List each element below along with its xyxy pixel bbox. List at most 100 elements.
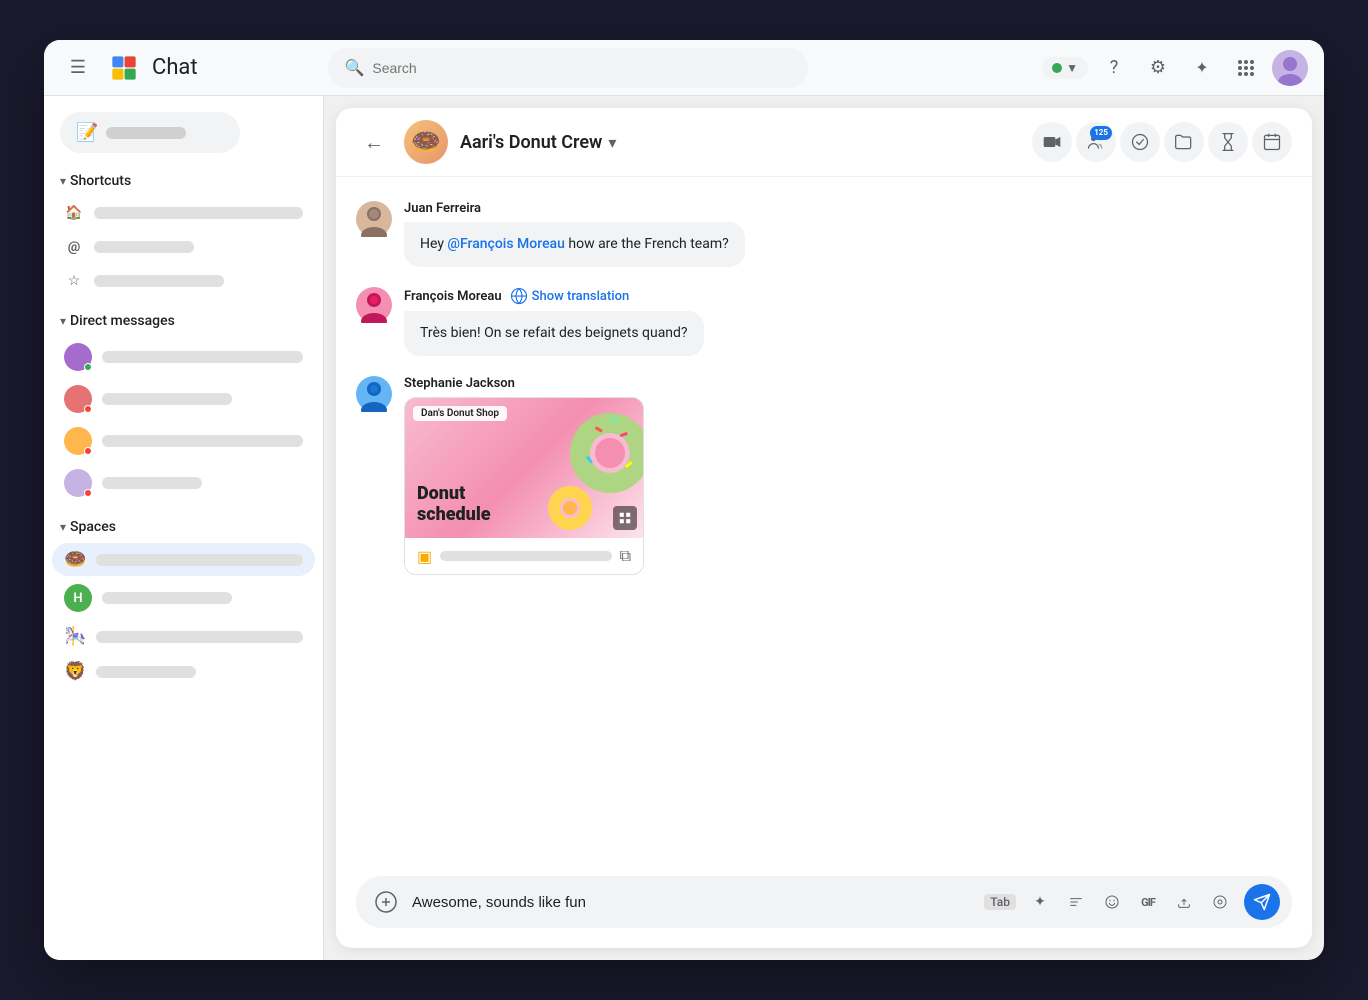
group-name-container[interactable]: Aari's Donut Crew ▾ xyxy=(460,132,616,153)
video-call-button[interactable] xyxy=(1032,122,1072,162)
message-header-stephanie: Stephanie Jackson xyxy=(404,376,1292,391)
shortcuts-section-header[interactable]: ▾ Shortcuts xyxy=(52,169,315,193)
sidebar-item-space-carousel[interactable]: 🎠 xyxy=(52,620,315,653)
text-format-icon[interactable] xyxy=(1060,886,1092,918)
sidebar-item-starred[interactable]: ☆ xyxy=(52,265,315,297)
chat-panel: ← 🍩 Aari's Donut Crew ▾ xyxy=(336,108,1312,948)
checkmark-button[interactable] xyxy=(1120,122,1160,162)
sidebar-item-dm-4[interactable] xyxy=(52,463,315,503)
group-name: Aari's Donut Crew xyxy=(460,132,602,153)
send-button[interactable] xyxy=(1244,884,1280,920)
sidebar-item-dm-3[interactable] xyxy=(52,421,315,461)
donut-small-svg xyxy=(545,483,595,533)
spaces-title: Spaces xyxy=(70,519,116,535)
calendar-button[interactable] xyxy=(1252,122,1292,162)
hourglass-button[interactable] xyxy=(1208,122,1248,162)
message-header-juan: Juan Ferreira xyxy=(404,201,1292,216)
chevron-down-icon: ▼ xyxy=(1066,61,1078,75)
settings-icon[interactable]: ⚙ xyxy=(1140,50,1176,86)
avatar-juan xyxy=(356,201,392,267)
space-donut-icon: 🍩 xyxy=(64,549,86,570)
avatar-stephanie xyxy=(356,376,392,575)
message-content-juan: Juan Ferreira Hey @François Moreau how a… xyxy=(404,201,1292,267)
back-button[interactable]: ← xyxy=(356,124,392,160)
card-text: Donut schedule xyxy=(417,483,491,526)
sidebar-item-home[interactable]: 🏠 xyxy=(52,197,315,229)
folder-button[interactable] xyxy=(1164,122,1204,162)
donut-card-image: Dan's Donut Shop Donut schedule xyxy=(405,398,644,538)
direct-messages-section-header[interactable]: ▾ Direct messages xyxy=(52,309,315,333)
sender-francois: François Moreau xyxy=(404,289,502,304)
grid-icon[interactable] xyxy=(1228,50,1264,86)
sender-stephanie: Stephanie Jackson xyxy=(404,376,515,391)
dm-avatar-3 xyxy=(64,427,92,455)
spaces-section-header[interactable]: ▾ Spaces xyxy=(52,515,315,539)
gif-icon[interactable]: GIF xyxy=(1132,886,1164,918)
dm-status-3 xyxy=(84,447,92,455)
starred-label-bar xyxy=(94,275,224,287)
top-bar-right: ▼ ? ⚙ ✦ xyxy=(1042,50,1308,86)
space-carousel-label-bar xyxy=(96,631,303,643)
attach-button[interactable] xyxy=(368,884,404,920)
status-dot xyxy=(1052,63,1062,73)
translate-button[interactable]: Show translation xyxy=(510,287,630,305)
dm-status-4 xyxy=(84,489,92,497)
contacts-button[interactable]: 125 xyxy=(1076,122,1116,162)
sparkle-icon[interactable]: ✦ xyxy=(1184,50,1220,86)
sidebar-item-mentions[interactable]: @ xyxy=(52,231,315,263)
dm-3-label-bar xyxy=(102,435,303,447)
group-avatar: 🍩 xyxy=(404,120,448,164)
dm-avatar-1 xyxy=(64,343,92,371)
help-icon[interactable]: ? xyxy=(1096,50,1132,86)
sidebar-item-dm-1[interactable] xyxy=(52,337,315,377)
sparkle-input-icon[interactable]: ✦ xyxy=(1024,886,1056,918)
message-content-francois: François Moreau Show translation Très bi… xyxy=(404,287,1292,356)
dm-chevron: ▾ xyxy=(60,314,66,328)
chat-header-actions: 125 xyxy=(1032,122,1292,162)
message-bubble-francois: Très bien! On se refait des beignets qua… xyxy=(404,311,704,356)
status-indicator[interactable]: ▼ xyxy=(1042,57,1088,79)
mentions-icon: @ xyxy=(64,237,84,257)
show-translation-text: Show translation xyxy=(532,289,630,304)
card-image-btn[interactable] xyxy=(613,506,637,530)
sidebar-item-space-donut[interactable]: 🍩 xyxy=(52,543,315,576)
home-label-bar xyxy=(94,207,303,219)
search-bar[interactable]: 🔍 xyxy=(328,48,808,88)
tab-badge: Tab xyxy=(984,894,1016,910)
sidebar-item-dm-2[interactable] xyxy=(52,379,315,419)
sidebar-item-space-lion[interactable]: 🦁 xyxy=(52,655,315,688)
dm-avatar-4 xyxy=(64,469,92,497)
copy-button[interactable]: ⧉ xyxy=(620,546,631,566)
upload-icon[interactable] xyxy=(1168,886,1200,918)
donut-card[interactable]: Dan's Donut Shop Donut schedule xyxy=(404,397,644,575)
group-name-chevron: ▾ xyxy=(608,133,616,152)
avatar-francois xyxy=(356,287,392,356)
space-lion-icon: 🦁 xyxy=(64,661,86,682)
mentions-label-bar xyxy=(94,241,194,253)
message-group-stephanie: Stephanie Jackson xyxy=(356,376,1292,575)
home-icon: 🏠 xyxy=(64,203,84,223)
dm-2-label-bar xyxy=(102,393,232,405)
message-content-stephanie: Stephanie Jackson xyxy=(404,376,1292,575)
space-lion-label-bar xyxy=(96,666,196,678)
emoji-icon[interactable] xyxy=(1096,886,1128,918)
dm-4-label-bar xyxy=(102,477,202,489)
main-layout: 📝 ▾ Shortcuts 🏠 @ ☆ ▾ xyxy=(44,96,1324,960)
hamburger-icon[interactable]: ☰ xyxy=(60,50,96,86)
sidebar-item-space-h[interactable]: H xyxy=(52,578,315,618)
message-header-francois: François Moreau Show translation xyxy=(404,287,1292,305)
search-icon: 🔍 xyxy=(344,58,364,77)
sender-juan: Juan Ferreira xyxy=(404,201,481,216)
app-logo xyxy=(108,52,140,84)
dm-status-2 xyxy=(84,405,92,413)
dm-avatar-2 xyxy=(64,385,92,413)
new-chat-button[interactable]: 📝 xyxy=(60,112,240,153)
mention-icon[interactable] xyxy=(1204,886,1236,918)
spaces-chevron: ▾ xyxy=(60,520,66,534)
user-avatar[interactable] xyxy=(1272,50,1308,86)
search-input[interactable] xyxy=(372,60,792,76)
sidebar: 📝 ▾ Shortcuts 🏠 @ ☆ ▾ xyxy=(44,96,324,960)
message-input[interactable] xyxy=(412,894,976,911)
chat-messages: Juan Ferreira Hey @François Moreau how a… xyxy=(336,177,1312,864)
starred-icon: ☆ xyxy=(64,271,84,291)
